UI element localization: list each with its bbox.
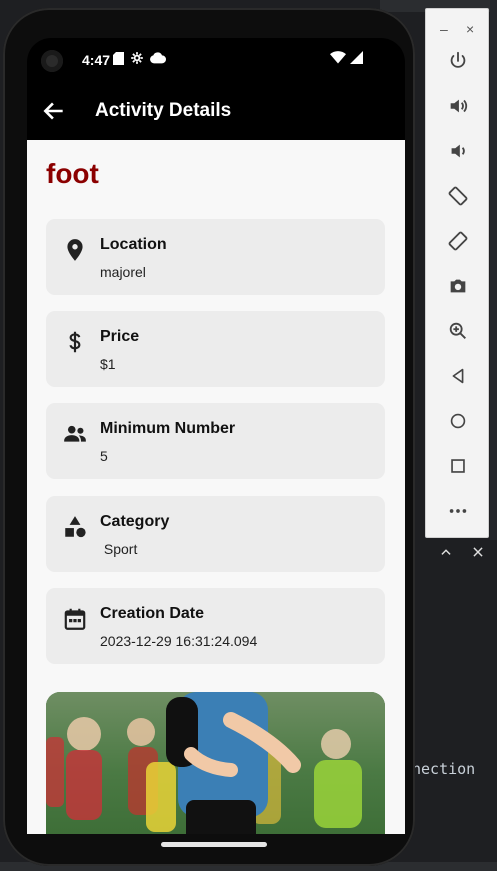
category-label: Category xyxy=(100,513,170,530)
price-value: $1 xyxy=(100,356,116,372)
back-arrow-icon[interactable] xyxy=(41,98,67,124)
category-shapes-icon xyxy=(65,516,86,538)
zoom-button[interactable] xyxy=(444,317,472,345)
home-indicator[interactable] xyxy=(161,842,267,847)
rotate-left-icon xyxy=(448,186,468,206)
volume-down-button[interactable] xyxy=(444,137,472,165)
creation-date-label: Creation Date xyxy=(100,605,205,622)
page-title: Activity Details xyxy=(95,100,232,121)
emulator-close-button[interactable]: × xyxy=(466,21,474,37)
emulator-minimize-button[interactable]: – xyxy=(440,21,448,37)
activity-details-content: foot Location majorel Price $1 Minimum N… xyxy=(27,140,405,834)
phone-screen: 4:47 Activity Details foot Location majo… xyxy=(27,38,405,834)
location-label: Location xyxy=(100,236,167,253)
wifi-icon xyxy=(330,51,346,64)
sd-card-icon xyxy=(113,51,124,65)
volume-up-icon xyxy=(450,99,468,113)
signal-icon xyxy=(350,51,363,64)
more-icon xyxy=(449,509,467,513)
minimum-number-label: Minimum Number xyxy=(100,420,236,437)
volume-up-button[interactable] xyxy=(444,92,472,120)
power-icon xyxy=(450,51,466,68)
power-button[interactable] xyxy=(444,47,472,75)
close-icon[interactable] xyxy=(468,540,488,564)
location-card: Location majorel xyxy=(46,219,385,295)
settings-icon xyxy=(131,52,143,64)
volume-down-icon xyxy=(451,144,465,158)
rotate-left-button[interactable] xyxy=(444,182,472,210)
status-bar: 4:47 xyxy=(27,38,405,82)
status-icons-right xyxy=(330,51,363,64)
chevron-up-icon[interactable] xyxy=(436,540,456,564)
activity-photo xyxy=(46,692,385,834)
minimum-number-card: Minimum Number 5 xyxy=(46,403,385,479)
cloud-icon xyxy=(150,52,166,64)
more-button[interactable] xyxy=(444,497,472,525)
minimum-number-value: 5 xyxy=(100,448,108,464)
creation-date-card: Creation Date 2023-12-29 16:31:24.094 xyxy=(46,588,385,664)
front-camera xyxy=(41,50,63,72)
location-value: majorel xyxy=(100,264,146,280)
back-icon xyxy=(452,368,464,384)
category-card: Category Sport xyxy=(46,496,385,572)
activity-name: foot xyxy=(46,158,99,189)
app-bar: Activity Details xyxy=(27,82,405,140)
camera-icon xyxy=(450,279,466,293)
nav-overview-button[interactable] xyxy=(444,452,472,480)
creation-date-value: 2023-12-29 16:31:24.094 xyxy=(100,633,258,649)
emulator-toolbar: – × xyxy=(425,8,489,538)
zoom-icon xyxy=(449,322,466,339)
overview-icon xyxy=(451,459,465,473)
nav-home-button[interactable] xyxy=(444,407,472,435)
rotate-right-icon xyxy=(448,231,468,251)
dollar-icon xyxy=(69,331,81,353)
ide-right-strip xyxy=(490,0,497,540)
price-label: Price xyxy=(100,328,140,345)
home-icon xyxy=(450,413,466,429)
screenshot-button[interactable] xyxy=(444,272,472,300)
nav-back-button[interactable] xyxy=(444,362,472,390)
price-card: Price $1 xyxy=(46,311,385,387)
location-pin-icon xyxy=(67,239,83,261)
phone-frame: 4:47 Activity Details foot Location majo… xyxy=(3,8,415,866)
ide-code-fragment: nection xyxy=(412,760,476,778)
category-value: Sport xyxy=(100,541,138,557)
status-time: 4:47 xyxy=(82,52,111,68)
calendar-icon xyxy=(64,608,86,630)
status-icons-left xyxy=(113,51,166,65)
rotate-right-button[interactable] xyxy=(444,227,472,255)
group-icon xyxy=(64,425,86,442)
